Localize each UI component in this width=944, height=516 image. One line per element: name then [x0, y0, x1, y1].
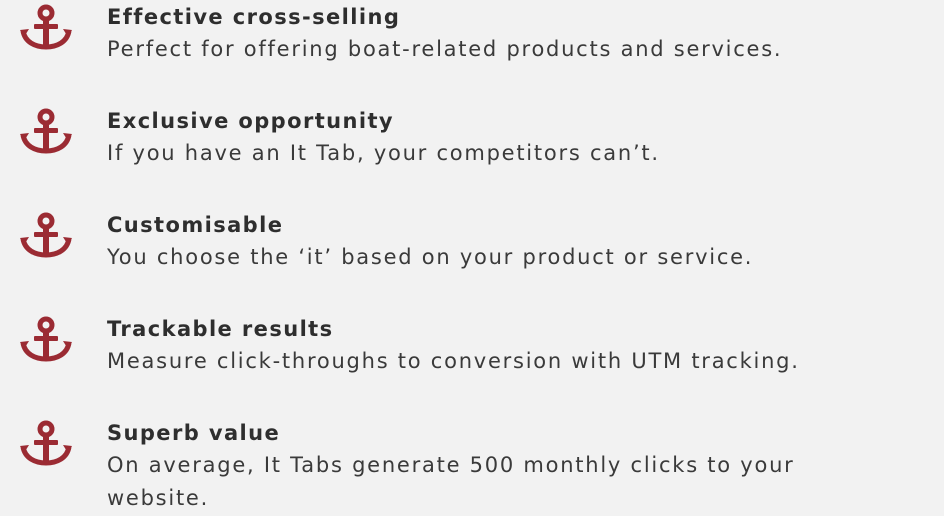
feature-description: On average, It Tabs generate 500 monthly…	[107, 453, 795, 510]
feature-description: You choose the ‘it’ based on your produc…	[107, 245, 754, 269]
feature-title: Effective cross-selling	[107, 5, 401, 29]
feature-title: Trackable results	[107, 317, 334, 341]
anchor-icon	[20, 212, 74, 258]
feature-title: Superb value	[107, 421, 281, 445]
feature-title: Exclusive opportunity	[107, 109, 394, 133]
feature-list: Effective cross-selling Perfect for offe…	[0, 0, 944, 516]
anchor-icon	[20, 420, 74, 466]
feature-description: Perfect for offering boat-related produc…	[107, 37, 783, 61]
anchor-icon	[20, 4, 74, 50]
feature-description: If you have an It Tab, your competitors …	[107, 141, 660, 165]
anchor-icon	[20, 316, 74, 362]
feature-description: Measure click-throughs to conversion wit…	[107, 349, 800, 373]
anchor-icon	[20, 108, 74, 154]
feature-title: Customisable	[107, 213, 284, 237]
